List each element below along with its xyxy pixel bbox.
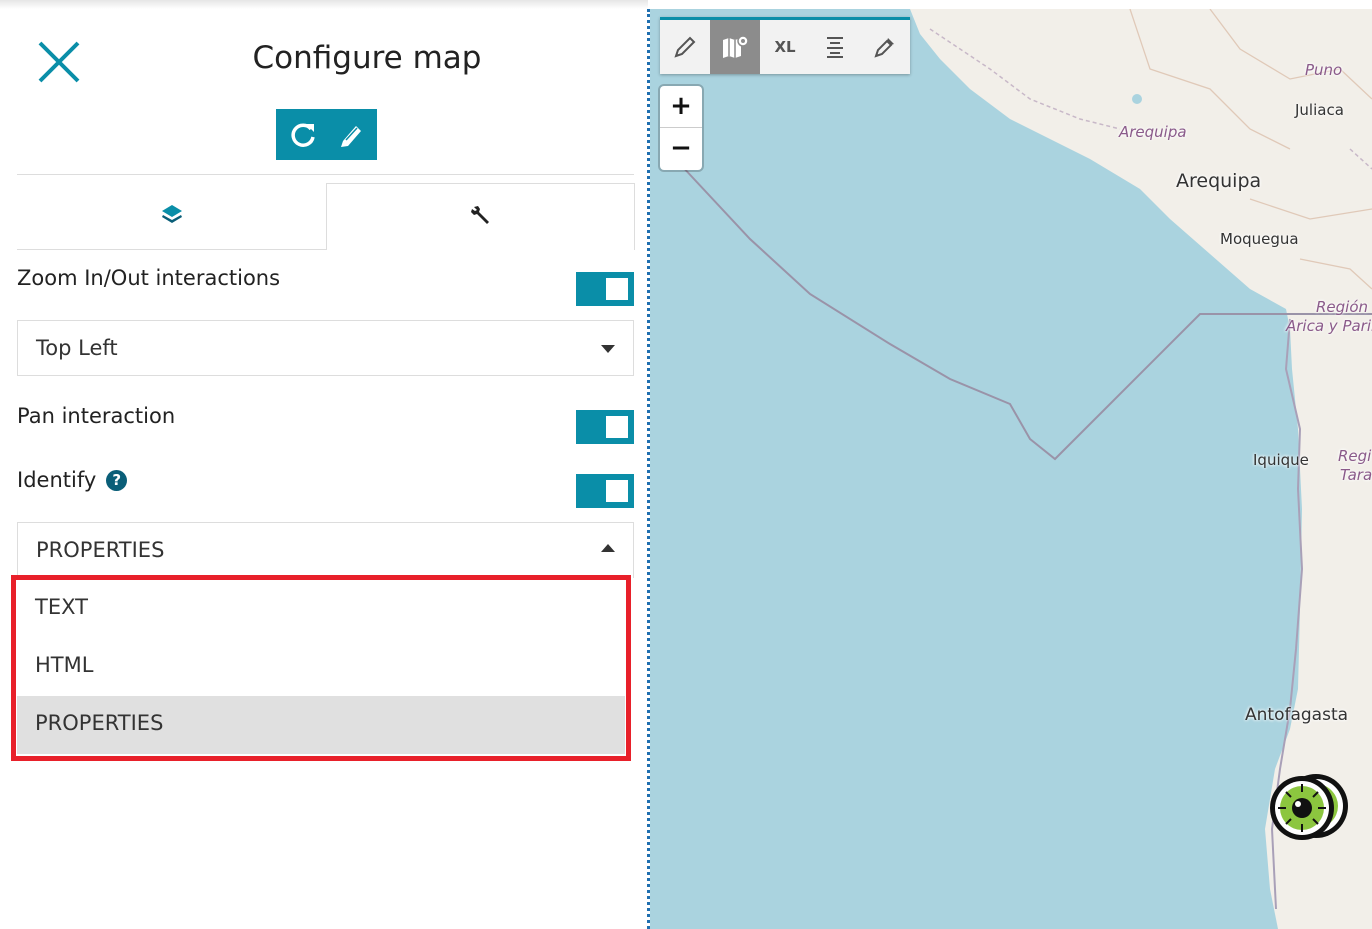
map-toolbar: XL (660, 17, 910, 74)
map-label-juliaca: Juliaca (1295, 101, 1344, 119)
pan-interaction-toggle[interactable] (576, 410, 634, 444)
zoom-in-button[interactable]: + (660, 86, 702, 128)
map-label-iquique: Iquique (1253, 451, 1309, 469)
eye-marker-icon (1270, 774, 1348, 840)
map-label-arequipa: Arequipa (1176, 170, 1262, 192)
top-shadow (0, 0, 648, 9)
edit-pencil-icon[interactable] (337, 121, 365, 149)
header-divider (17, 174, 634, 175)
xl-tool-button[interactable]: XL (760, 20, 810, 74)
pencil-tool-icon[interactable] (660, 20, 710, 74)
identify-format-select[interactable]: PROPERTIES (17, 522, 634, 578)
option-html[interactable]: HTML (17, 638, 625, 696)
align-tool-icon[interactable] (810, 20, 860, 74)
identify-toggle[interactable] (576, 474, 634, 508)
pan-interaction-label: Pan interaction (17, 404, 176, 428)
zoom-out-button[interactable]: − (660, 128, 702, 169)
identify-format-options: TEXT HTML PROPERTIES (17, 580, 625, 754)
map-label-puno: Puno (1305, 61, 1343, 79)
map-label-antofagasta: Antofagasta (1245, 705, 1349, 725)
identify-row: Identify? (17, 468, 128, 492)
zoom-interactions-label: Zoom In/Out interactions (17, 266, 281, 290)
chevron-down-icon (601, 345, 615, 353)
map-label-tara: Tara (1340, 466, 1372, 484)
layers-icon (160, 203, 184, 229)
map-view[interactable]: Puno Juliaca Arequipa Arequipa Moquegua … (650, 9, 1372, 929)
map-label-arica: Arica y Parir (1286, 317, 1372, 335)
map-basemap (679, 9, 1372, 929)
identify-format-value: PROPERTIES (36, 538, 165, 562)
map-actions-group (276, 109, 377, 160)
chevron-up-icon (601, 544, 615, 552)
page-title: Configure map (252, 40, 482, 76)
configure-map-panel: Configure map Zoom In/Out interactions T… (0, 0, 648, 929)
toggle-knob (606, 278, 628, 300)
identify-marker[interactable] (1266, 770, 1350, 846)
help-icon[interactable]: ? (106, 470, 128, 491)
identify-label: Identify (17, 468, 97, 492)
map-label-arequipa-region: Arequipa (1119, 123, 1187, 141)
option-properties[interactable]: PROPERTIES (17, 696, 625, 754)
zoom-interactions-toggle[interactable] (576, 272, 634, 306)
zoom-position-value: Top Left (36, 336, 118, 360)
eyedropper-tool-icon[interactable] (860, 20, 910, 74)
option-text[interactable]: TEXT (17, 580, 625, 638)
reset-icon[interactable] (289, 121, 317, 149)
tab-settings[interactable] (326, 183, 635, 250)
zoom-control: + − (660, 86, 702, 170)
map-label-region: Región (1316, 298, 1369, 316)
tab-layers[interactable] (17, 183, 326, 250)
map-label-regio: Regi (1338, 447, 1372, 465)
map-settings-tool-icon[interactable] (710, 20, 760, 74)
zoom-position-select[interactable]: Top Left (17, 320, 634, 376)
toggle-knob (606, 480, 628, 502)
wrench-icon (469, 203, 493, 231)
map-label-moquegua: Moquegua (1220, 230, 1299, 248)
toggle-knob (606, 416, 628, 438)
